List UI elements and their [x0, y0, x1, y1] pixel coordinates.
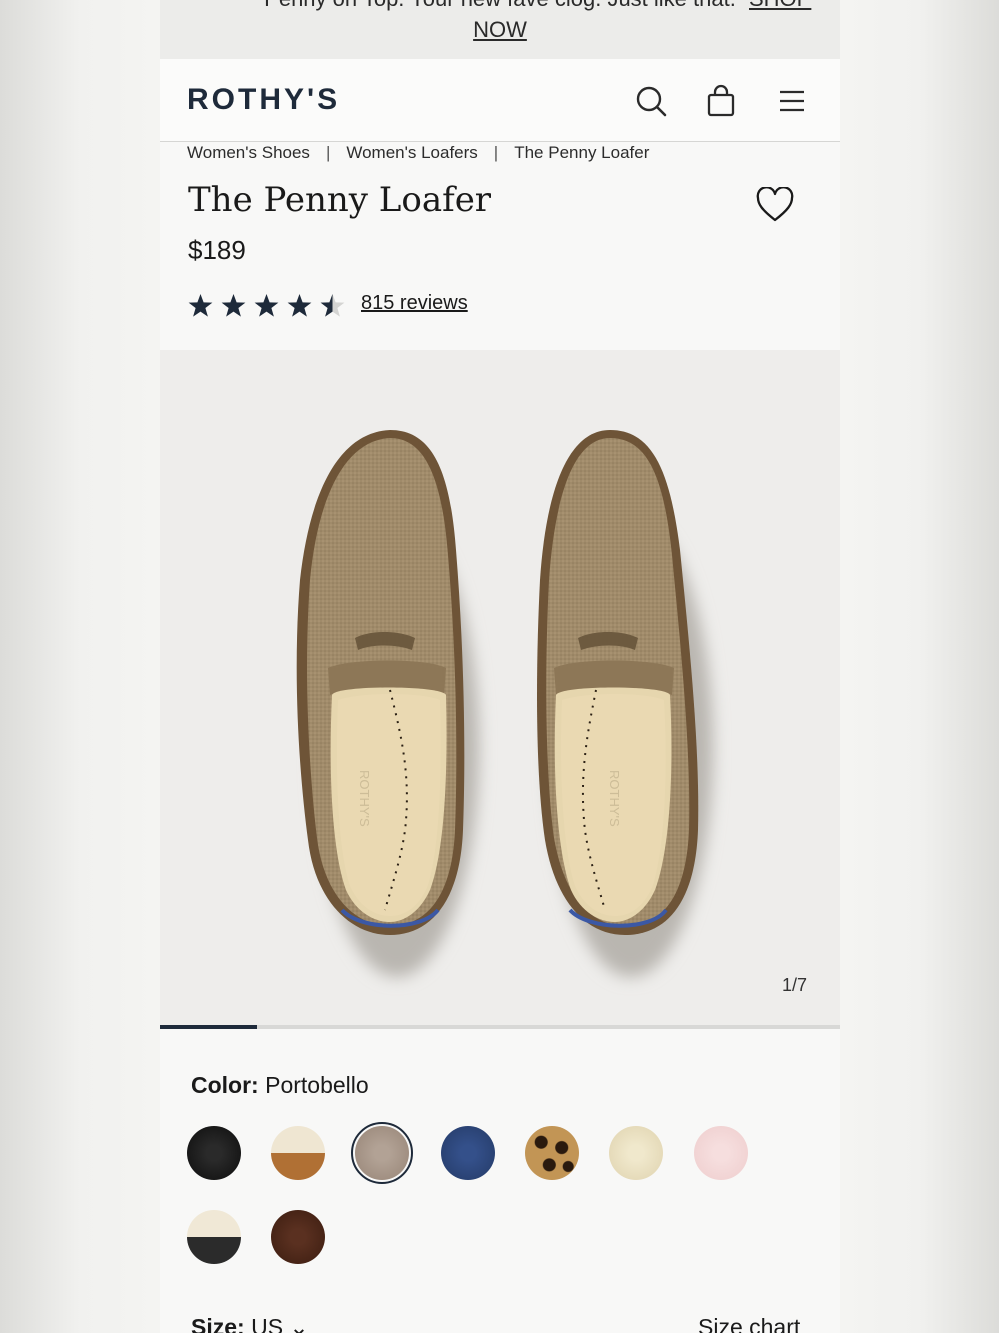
product-image-gallery[interactable]: ROTHY'S ROTHY'S 1/7 — [160, 350, 840, 1026]
breadcrumb: Women's Shoes | Women's Loafers | The Penny … — [187, 143, 649, 163]
star-icon — [254, 294, 279, 317]
insole-brand-mark: ROTHY'S — [607, 770, 622, 827]
breadcrumb-separator: | — [493, 143, 499, 162]
site-header: ROTHY'S — [160, 59, 840, 142]
promo-line-1: Penny on Top. Your new fave clog. Just l… — [264, 0, 736, 11]
swatch-espresso[interactable] — [271, 1210, 325, 1264]
swatch-navy[interactable] — [441, 1126, 495, 1180]
star-icon — [287, 294, 312, 317]
brand-logo[interactable]: ROTHY'S — [187, 83, 340, 117]
promo-now-link[interactable]: NOW — [160, 17, 840, 43]
size-label: Size: — [191, 1314, 245, 1333]
chevron-down-icon[interactable]: ⌄ — [289, 1314, 308, 1333]
promo-banner[interactable]: Penny on Top. Your new fave clog. Just l… — [160, 0, 840, 59]
right-shoe: ROTHY'S — [537, 430, 713, 977]
half-star-icon — [320, 294, 345, 317]
breadcrumb-separator: | — [325, 143, 331, 162]
bag-icon[interactable] — [701, 81, 741, 121]
swatch-cream-black[interactable] — [187, 1210, 241, 1264]
size-selector[interactable]: Size: US ⌄ — [191, 1314, 309, 1333]
color-label-heading: Color: — [191, 1072, 259, 1098]
breadcrumb-womens-loafers[interactable]: Women's Loafers — [346, 143, 477, 162]
promo-text: Penny on Top. Your new fave clog. Just l… — [160, 0, 840, 12]
size-chart-link[interactable]: Size chart — [698, 1314, 800, 1333]
breadcrumb-current: The Penny Loafer — [514, 143, 650, 162]
image-counter: 1/7 — [782, 975, 808, 995]
color-selected-value: Portobello — [265, 1072, 369, 1098]
heart-icon[interactable] — [756, 187, 794, 223]
swatch-portobello[interactable] — [355, 1126, 409, 1180]
swatch-blush[interactable] — [694, 1126, 748, 1180]
insole-brand-mark: ROTHY'S — [357, 770, 372, 827]
promo-shop-link[interactable]: SHOP — [749, 0, 811, 12]
color-label: Color: Portobello — [191, 1072, 369, 1099]
star-icon — [221, 294, 246, 317]
product-price: $189 — [188, 235, 246, 265]
star-icon — [188, 294, 213, 317]
product-page: Penny on Top. Your new fave clog. Just l… — [160, 0, 840, 1333]
swatch-leopard[interactable] — [525, 1126, 579, 1180]
gallery-progress-fill — [160, 1025, 257, 1029]
menu-icon[interactable] — [772, 81, 812, 121]
gallery-progress-bar — [160, 1025, 840, 1029]
swatch-cream-cognac[interactable] — [271, 1126, 325, 1180]
star-rating — [188, 294, 345, 317]
left-shoe: ROTHY'S — [296, 430, 479, 977]
penny-loafer-image: ROTHY'S ROTHY'S — [296, 430, 713, 977]
swatch-black[interactable] — [187, 1126, 241, 1180]
breadcrumb-womens-shoes[interactable]: Women's Shoes — [187, 143, 310, 162]
product-title: The Penny Loafer — [188, 180, 492, 220]
swatch-ivory[interactable] — [609, 1126, 663, 1180]
reviews-link[interactable]: 815 reviews — [361, 292, 468, 315]
search-icon[interactable] — [631, 81, 671, 121]
size-region-value[interactable]: US — [251, 1314, 283, 1333]
